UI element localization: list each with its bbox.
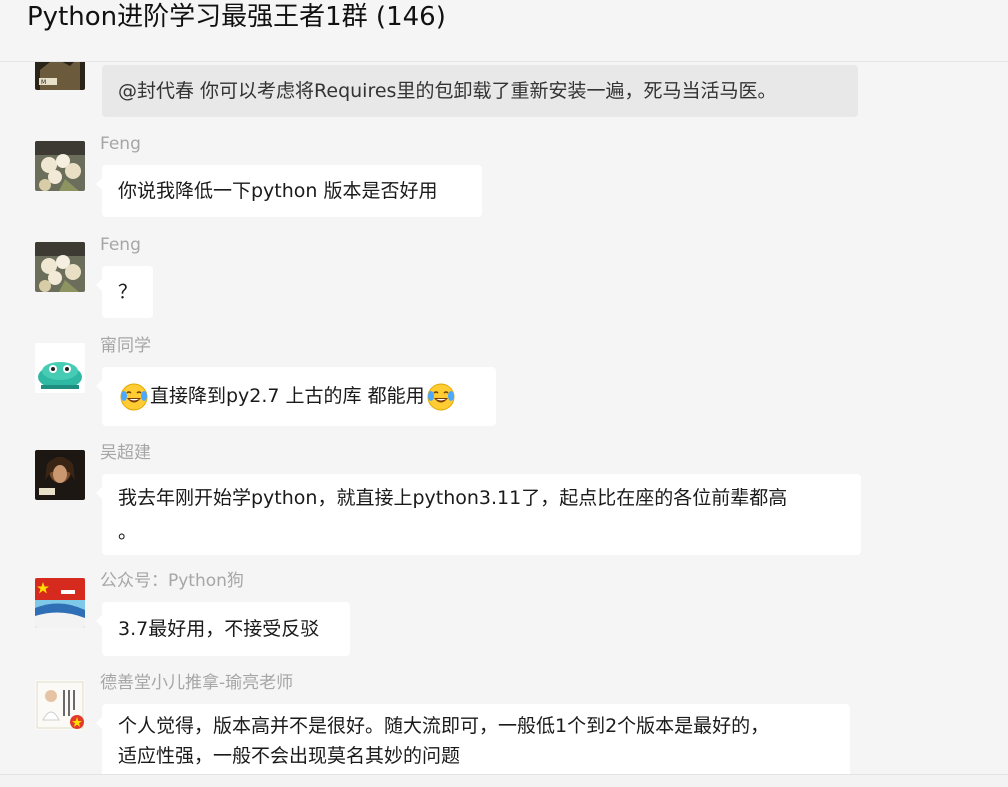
avatar[interactable] — [35, 578, 85, 628]
message-text: 直接降到py2.7 上古的库 都能用 — [150, 385, 425, 407]
avatar[interactable] — [35, 343, 85, 393]
input-area-edge — [0, 774, 1008, 787]
message-line: 直接降到py2.7 上古的库 都能用 — [118, 367, 480, 426]
sender-name: Feng — [100, 235, 141, 255]
avatar[interactable]: M — [35, 62, 85, 90]
sender-name: 吴超建 — [100, 443, 151, 463]
quoted-message-bubble[interactable]: @封代春 你可以考虑将Requires里的包卸载了重新安装一遍，死马当活马医。 — [102, 65, 858, 117]
message-text: 个人觉得，版本高并不是很好。随大流即可，一般低1个到2个版本是最好的， — [118, 715, 770, 737]
message-text: 。 — [118, 521, 138, 543]
tears-of-joy-emoji — [120, 383, 148, 410]
message-text: ？ — [118, 281, 138, 303]
svg-text:M: M — [41, 79, 46, 86]
message-text: @封代春 你可以考虑将Requires里的包卸载了重新安装一遍，死马当活马医。 — [118, 80, 777, 102]
avatar[interactable] — [35, 450, 85, 500]
message-text: 适应性强，一般不会出现莫名其妙的问题 — [118, 745, 461, 767]
message-bubble[interactable]: 你说我降低一下python 版本是否好用 — [96, 165, 482, 217]
message-bubble[interactable]: 3.7最好用，不接受反驳 — [96, 602, 350, 656]
chat-header: Python进阶学习最强王者1群 (146) — [0, 0, 1008, 62]
avatar[interactable] — [35, 141, 85, 191]
message-text: 我去年刚开始学python，就直接上python3.11了，起点比在座的各位前辈… — [118, 487, 788, 509]
message-text: 你说我降低一下python 版本是否好用 — [118, 180, 438, 202]
message-bubble[interactable]: ？ — [96, 266, 153, 318]
avatar[interactable] — [35, 680, 85, 730]
message-bubble[interactable]: 我去年刚开始学python，就直接上python3.11了，起点比在座的各位前辈… — [96, 474, 861, 555]
message-bubble[interactable]: 个人觉得，版本高并不是很好。随大流即可，一般低1个到2个版本是最好的， 适应性强… — [96, 704, 850, 774]
sender-name: 德善堂小儿推拿-瑜亮老师 — [100, 673, 294, 693]
sender-name: 甯同学 — [100, 336, 151, 356]
message-list[interactable]: M @封代春 你可以考虑将Requires里的包卸载了重新安装一遍，死马当活马医… — [0, 62, 1008, 774]
avatar[interactable] — [35, 242, 85, 292]
sender-name: 公众号：Python狗 — [100, 571, 244, 591]
tears-of-joy-emoji — [427, 383, 455, 410]
message-bubble[interactable]: 直接降到py2.7 上古的库 都能用 — [96, 367, 496, 426]
chat-title: Python进阶学习最强王者1群 (146) — [27, 2, 446, 32]
message-text: 3.7最好用，不接受反驳 — [118, 618, 320, 640]
sender-name: Feng — [100, 134, 141, 154]
